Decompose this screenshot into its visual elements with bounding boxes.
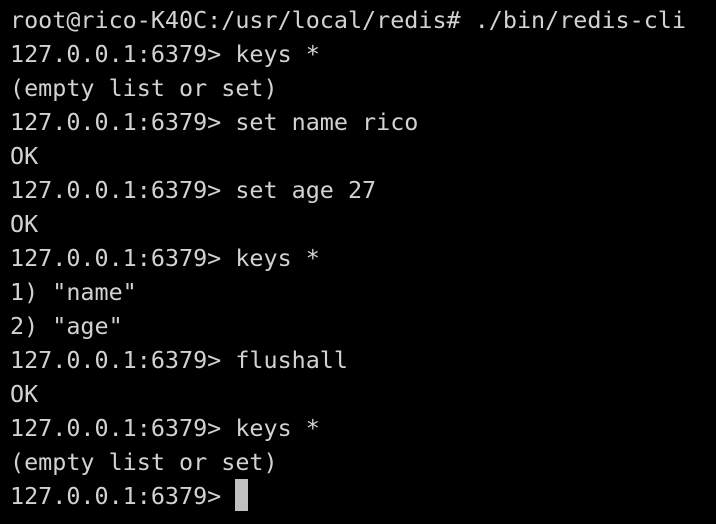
prompt: 127.0.0.1:6379> [10,482,222,510]
terminal-line: OK [10,380,39,408]
terminal-line: (empty list or set) [10,448,278,476]
terminal-line: 1) "name" [10,278,137,306]
terminal-line: 127.0.0.1:6379> keys * [10,414,320,442]
terminal-output[interactable]: root@rico-K40C:/usr/local/redis# ./bin/r… [10,3,686,513]
text-cursor [235,479,249,511]
terminal-line: root@rico-K40C:/usr/local/redis# ./bin/r… [10,6,686,34]
terminal-input-line[interactable]: 127.0.0.1:6379> [10,479,686,513]
terminal-line: 127.0.0.1:6379> keys * [10,244,320,272]
terminal-line: 127.0.0.1:6379> set age 27 [10,176,377,204]
terminal-line: OK [10,142,39,170]
terminal-line: 127.0.0.1:6379> set name rico [10,108,419,136]
terminal-line: 2) "age" [10,312,123,340]
terminal-line: (empty list or set) [10,74,278,102]
terminal-line: 127.0.0.1:6379> keys * [10,40,320,68]
terminal-line: 127.0.0.1:6379> flushall [10,346,348,374]
terminal-line: OK [10,210,39,238]
